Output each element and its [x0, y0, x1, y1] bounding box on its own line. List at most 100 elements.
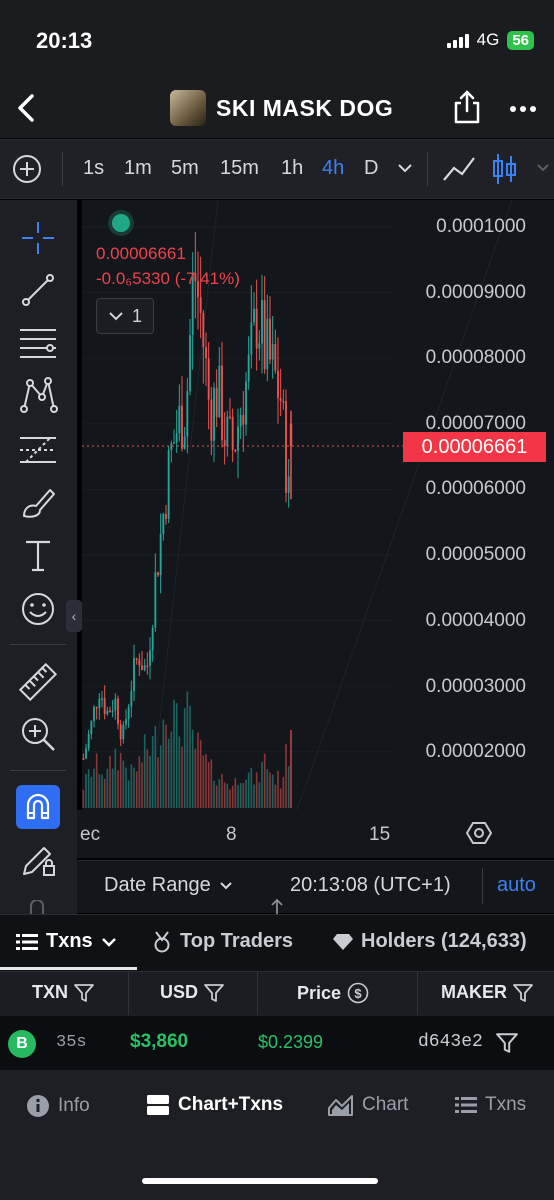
app-header: SKI MASK DOG: [0, 80, 554, 138]
chevron-down-icon[interactable]: [536, 162, 550, 174]
reset-chart-icon[interactable]: [466, 820, 492, 846]
pattern-tool[interactable]: [18, 375, 58, 415]
volume-bar: [226, 783, 229, 808]
chevron-down-icon[interactable]: [397, 162, 413, 174]
token-title: SKI MASK DOG: [216, 94, 394, 121]
emoji-tool[interactable]: [18, 589, 58, 629]
candle: [269, 318, 271, 360]
tf-d[interactable]: D: [364, 157, 378, 180]
volume-bar: [202, 755, 205, 808]
volume-bar: [221, 773, 223, 808]
col-usd[interactable]: USD: [160, 982, 224, 1003]
battery-icon: 56: [507, 30, 534, 50]
volume-bar: [111, 768, 114, 808]
volume-bar: [186, 691, 189, 808]
candle: [130, 690, 133, 707]
candle: [90, 721, 93, 735]
candle: [101, 698, 103, 700]
nav-txns[interactable]: Txns: [455, 1094, 526, 1116]
volume-bar: [119, 753, 122, 808]
nav-chart[interactable]: Chart: [328, 1094, 408, 1116]
volume-bar: [151, 736, 154, 808]
tf-4h[interactable]: 4h: [322, 157, 344, 180]
auto-scale-button[interactable]: auto: [497, 874, 536, 897]
tf-1s[interactable]: 1s: [83, 157, 104, 180]
volume-bar: [277, 770, 279, 808]
zoom-tool[interactable]: [18, 714, 58, 754]
magnet-tool[interactable]: [16, 785, 60, 829]
volume-bar: [98, 773, 101, 808]
status-time: 20:13: [36, 28, 93, 53]
lines-tool[interactable]: [18, 322, 58, 362]
volume-bar: [149, 755, 151, 808]
brush-tool[interactable]: [18, 482, 58, 522]
candle: [117, 698, 119, 725]
line-chart-icon[interactable]: [442, 154, 476, 184]
volume-bar: [261, 761, 263, 808]
date-range-dropdown[interactable]: Date Range: [104, 874, 233, 897]
volume-bar: [157, 757, 159, 808]
text-tool[interactable]: [18, 536, 58, 576]
volume-bar: [191, 729, 194, 808]
volume-bar: [290, 730, 292, 808]
tf-5m[interactable]: 5m: [171, 157, 199, 180]
candle: [253, 308, 255, 323]
toolbar-collapse-handle[interactable]: ‹: [66, 600, 82, 632]
candle: [205, 347, 207, 359]
candle: [165, 514, 167, 519]
volume-bar: [159, 745, 162, 808]
nav-chart-txns[interactable]: Chart+Txns: [146, 1094, 283, 1116]
candle: [157, 572, 159, 576]
divider: [482, 868, 483, 904]
candle: [210, 399, 213, 441]
volume-bar: [90, 776, 93, 808]
volume-bar: [82, 790, 85, 808]
ruler-tool[interactable]: [18, 662, 58, 702]
nav-txns-label: Txns: [485, 1094, 527, 1115]
candle: [173, 442, 175, 444]
candle: [151, 627, 154, 651]
fib-tool[interactable]: [18, 430, 58, 470]
filter-icon: [513, 983, 533, 1002]
volume-bar: [181, 746, 183, 808]
col-txn[interactable]: TXN: [32, 982, 94, 1003]
medal-icon: [154, 930, 170, 952]
volume-bar: [253, 784, 255, 808]
volume-bar: [133, 767, 135, 808]
candle: [226, 416, 229, 447]
txn-maker[interactable]: d643e2: [418, 1032, 483, 1052]
drawing-toolbar: [0, 200, 77, 915]
candle: [221, 365, 223, 441]
indicator-toggle[interactable]: 1: [96, 298, 154, 334]
candles-icon[interactable]: [492, 152, 518, 186]
nav-info[interactable]: Info: [26, 1094, 90, 1118]
candle: [183, 436, 186, 449]
tab-holders[interactable]: Holders (124,633): [333, 930, 554, 953]
candle: [186, 391, 189, 437]
tab-top-traders[interactable]: Top Traders: [152, 930, 293, 953]
volume-bar: [218, 779, 221, 808]
volume-bar: [197, 732, 199, 808]
crosshair-tool[interactable]: [18, 218, 58, 258]
col-maker[interactable]: MAKER: [441, 982, 533, 1003]
tab-txns[interactable]: Txns: [16, 930, 117, 953]
volume-bar: [215, 785, 218, 808]
filter-icon[interactable]: [496, 1032, 518, 1054]
share-icon[interactable]: [450, 88, 484, 126]
volume-bar: [165, 724, 167, 808]
tf-15m[interactable]: 15m: [220, 157, 259, 180]
tf-1h[interactable]: 1h: [281, 157, 303, 180]
col-price[interactable]: Price $: [297, 982, 369, 1004]
trend-line-tool[interactable]: [18, 270, 58, 310]
more-tools-icon[interactable]: [28, 900, 46, 915]
text-icon: [26, 540, 50, 572]
candle: [159, 533, 162, 576]
lock-drawing-tool[interactable]: [18, 840, 58, 880]
y-tick: 0.00009000: [425, 282, 526, 303]
volume-bar: [135, 771, 138, 808]
add-indicator-icon[interactable]: [12, 154, 42, 184]
candle: [143, 665, 146, 671]
more-icon[interactable]: [508, 94, 538, 124]
back-icon[interactable]: [12, 90, 42, 126]
tf-1m[interactable]: 1m: [124, 157, 152, 180]
